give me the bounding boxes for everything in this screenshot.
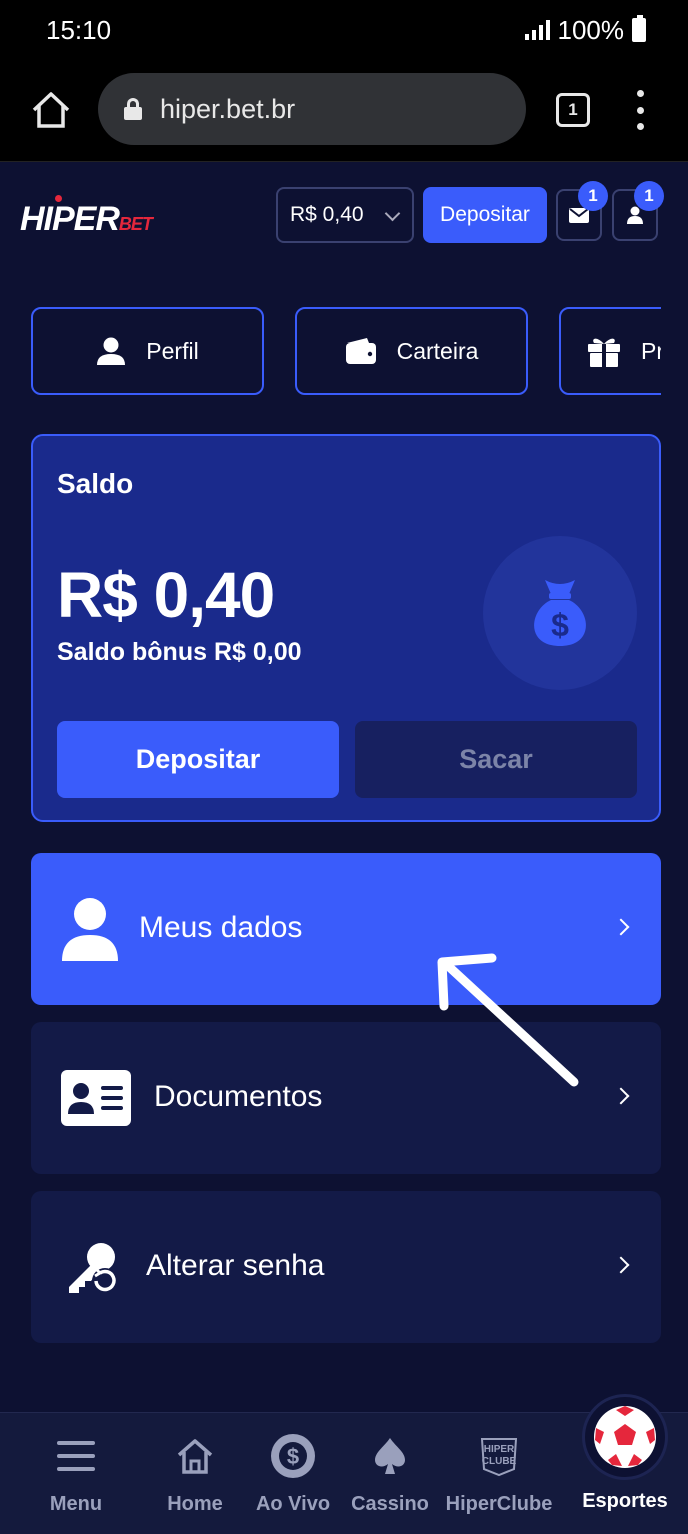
nav-cassino[interactable]: Cassino xyxy=(348,1433,432,1529)
bonus-balance: Saldo bônus R$ 0,00 xyxy=(57,638,302,666)
logo-dot xyxy=(55,195,62,202)
chevron-right-icon xyxy=(612,1256,630,1274)
lock-icon xyxy=(124,98,142,120)
wallet-icon xyxy=(345,338,376,364)
svg-text:$: $ xyxy=(287,1444,299,1469)
menu-row-label: Alterar senha xyxy=(146,1249,325,1282)
nav-label: Menu xyxy=(49,1493,103,1515)
chevron-down-icon xyxy=(384,205,401,222)
tab-perfil[interactable]: Perfil xyxy=(31,307,264,395)
logo-subtext: BET xyxy=(118,214,153,234)
hamburger-icon xyxy=(57,1433,95,1479)
balance-dropdown[interactable]: R$ 0,40 xyxy=(276,187,414,243)
account-tabs: Perfil Carteira Pr xyxy=(31,307,661,397)
nav-label: Ao Vivo xyxy=(255,1493,331,1515)
chevron-right-icon xyxy=(612,1087,630,1105)
key-reset-icon xyxy=(69,1243,118,1294)
nav-ao-vivo[interactable]: $ Ao Vivo xyxy=(252,1433,334,1529)
messages-button[interactable]: 1 xyxy=(556,181,608,241)
nav-esportes[interactable] xyxy=(582,1394,668,1480)
url-text: hiper.bet.br xyxy=(160,93,296,124)
nav-label: HiperClube xyxy=(445,1493,553,1515)
more-options-icon[interactable] xyxy=(634,90,646,130)
battery-percent: 100% xyxy=(557,14,625,45)
address-bar[interactable]: hiper.bet.br xyxy=(98,73,526,145)
tab-label: Pr xyxy=(641,337,661,364)
user-icon xyxy=(62,898,118,961)
messages-badge: 1 xyxy=(578,181,608,211)
header-deposit-button[interactable]: Depositar xyxy=(423,187,547,243)
menu-row-meus-dados[interactable]: Meus dados xyxy=(31,853,661,1005)
status-bar: 15:10 100% xyxy=(0,0,688,60)
deposit-button[interactable]: Depositar xyxy=(57,721,339,798)
profile-button[interactable]: 1 xyxy=(612,181,664,241)
tab-label: Carteira xyxy=(396,337,479,364)
balance-value: R$ 0,40 xyxy=(290,203,364,226)
home-icon[interactable] xyxy=(30,90,72,130)
nav-home[interactable]: Home xyxy=(162,1433,228,1529)
balance-amount: R$ 0,40 xyxy=(57,559,275,631)
menu-row-label: Documentos xyxy=(154,1080,323,1113)
status-indicators: 100% xyxy=(524,14,646,46)
menu-row-documentos[interactable]: Documentos xyxy=(31,1022,661,1174)
soccer-ball-icon xyxy=(594,1406,656,1468)
browser-toolbar: hiper.bet.br 1 xyxy=(0,60,688,162)
nav-hiperclube[interactable]: HIPER CLUBE HiperClube xyxy=(443,1433,555,1529)
house-icon xyxy=(176,1433,214,1479)
tab-carteira[interactable]: Carteira xyxy=(295,307,528,395)
battery-icon xyxy=(632,15,646,42)
envelope-icon xyxy=(569,207,589,223)
logo-text: HIPER xyxy=(20,200,120,238)
nav-label: Cassino xyxy=(351,1493,429,1515)
id-card-icon xyxy=(61,1070,131,1126)
menu-row-label: Meus dados xyxy=(139,911,303,944)
hiperclube-logo-icon: HIPER CLUBE xyxy=(476,1433,522,1479)
spade-icon xyxy=(374,1433,406,1479)
signal-icon xyxy=(524,20,550,40)
nav-label-esportes[interactable]: Esportes xyxy=(570,1490,680,1513)
hiperbet-logo[interactable]: HIPERBET xyxy=(20,200,153,239)
dollar-coin-icon: $ xyxy=(270,1433,316,1479)
svg-text:HIPER: HIPER xyxy=(484,1444,515,1455)
status-time: 15:10 xyxy=(46,14,112,45)
user-icon xyxy=(97,337,126,365)
tab-switcher-button[interactable]: 1 xyxy=(556,93,590,127)
nav-menu[interactable]: Menu xyxy=(46,1433,106,1529)
nav-label: Home xyxy=(167,1493,223,1515)
balance-title: Saldo xyxy=(57,468,134,499)
tab-label: Perfil xyxy=(146,337,199,364)
withdraw-button[interactable]: Sacar xyxy=(355,721,637,798)
site-header: HIPERBET R$ 0,40 Depositar 1 1 xyxy=(0,162,688,272)
profile-badge: 1 xyxy=(634,181,664,211)
balance-card: Saldo R$ 0,40 Saldo bônus R$ 0,00 $ Depo… xyxy=(31,434,661,822)
svg-text:$: $ xyxy=(551,607,569,643)
menu-row-alterar-senha[interactable]: Alterar senha xyxy=(31,1191,661,1343)
gift-icon xyxy=(588,338,620,367)
svg-text:CLUBE: CLUBE xyxy=(482,1456,517,1467)
tab-promocoes[interactable]: Pr xyxy=(559,307,661,395)
chevron-right-icon xyxy=(612,918,630,936)
money-bag-icon: $ xyxy=(483,536,637,690)
